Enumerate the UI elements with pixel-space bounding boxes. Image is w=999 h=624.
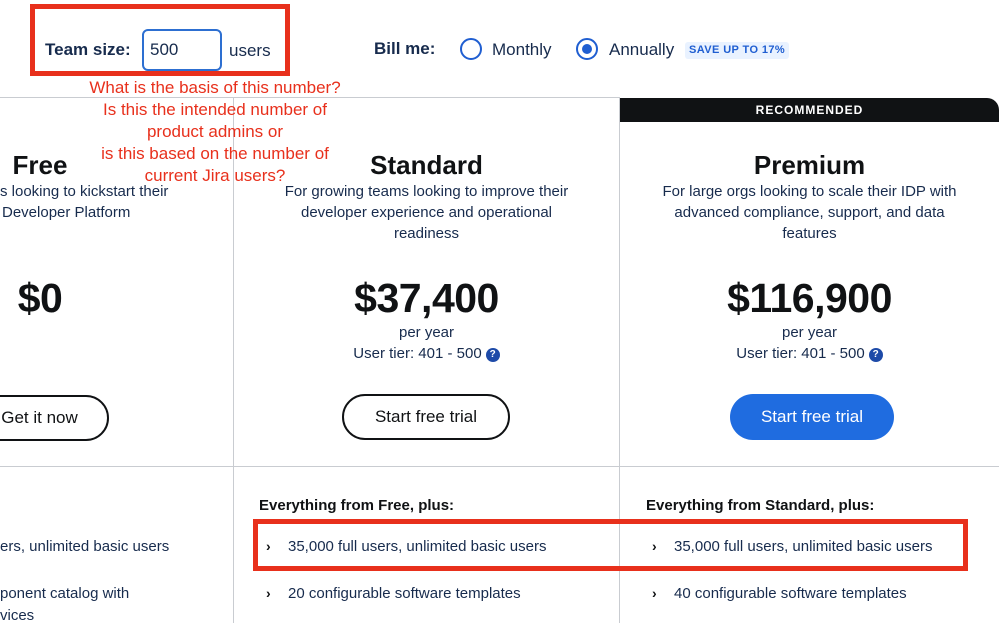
annually-radio[interactable] bbox=[576, 38, 598, 60]
save-badge: SAVE UP TO 17% bbox=[685, 42, 790, 59]
premium-start-trial-button[interactable]: Start free trial bbox=[730, 394, 894, 440]
standard-feature-2: › 20 configurable software templates bbox=[266, 585, 521, 602]
plan-desc-standard-line-2: developer experience and operational bbox=[300, 204, 552, 221]
plan-name-premium: Premium bbox=[753, 150, 866, 180]
team-size-input[interactable] bbox=[142, 29, 222, 71]
plan-desc-premium-line-3: features bbox=[782, 225, 837, 242]
standard-features-heading: Everything from Free, plus: bbox=[259, 497, 455, 514]
plan-period-standard: per year bbox=[398, 324, 455, 341]
free-feature-2: ponent catalog with bbox=[0, 585, 130, 602]
premium-feature-2: › 40 configurable software templates bbox=[652, 585, 907, 602]
plan-desc-standard-line-3: readiness bbox=[393, 225, 460, 242]
plan-desc-premium-line-2: advanced compliance, support, and data bbox=[674, 204, 945, 221]
features-divider bbox=[0, 466, 999, 467]
recommended-banner: RECOMMENDED bbox=[620, 98, 999, 122]
annotation-note: What is the basis of this number? Is thi… bbox=[89, 78, 341, 185]
team-size-label: Team size: bbox=[45, 40, 131, 59]
plan-desc-free-line-2: Developer Platform bbox=[2, 204, 131, 221]
feature-row-highlight-box bbox=[253, 519, 968, 571]
plan-period-premium: per year bbox=[781, 324, 838, 341]
plan-tier-premium-text: User tier: 401 - 500 bbox=[736, 345, 865, 362]
standard-start-trial-button[interactable]: Start free trial bbox=[342, 394, 510, 440]
chevron-right-icon: › bbox=[266, 585, 271, 601]
plan-name-free: Free bbox=[12, 150, 68, 180]
get-it-now-label: Get it now bbox=[1, 408, 78, 427]
get-it-now-button[interactable]: Get it now bbox=[0, 395, 109, 441]
plan-tier-premium: User tier: 401 - 500? bbox=[620, 345, 999, 362]
plan-desc-premium-line-1: For large orgs looking to scale their ID… bbox=[662, 183, 957, 200]
free-feature-1: ers, unlimited basic users bbox=[0, 538, 170, 555]
plan-tier-standard: User tier: 401 - 500? bbox=[234, 345, 619, 362]
standard-start-trial-label: Start free trial bbox=[374, 407, 478, 426]
free-feature-3: vices bbox=[0, 607, 35, 624]
bill-me-label: Bill me: bbox=[374, 39, 436, 58]
plan-price-premium: $116,900 bbox=[727, 275, 892, 321]
monthly-radio-label[interactable]: Monthly bbox=[492, 40, 552, 60]
premium-features-heading: Everything from Standard, plus: bbox=[646, 497, 875, 514]
chevron-right-icon: › bbox=[652, 585, 657, 601]
premium-feature-2-text: 40 configurable software templates bbox=[674, 585, 907, 602]
annually-radio-label[interactable]: Annually bbox=[609, 40, 674, 60]
monthly-radio[interactable] bbox=[460, 38, 482, 60]
premium-start-trial-label: Start free trial bbox=[760, 407, 864, 426]
plan-price-standard: $37,400 bbox=[354, 275, 499, 321]
plan-price-free: $0 bbox=[17, 275, 63, 321]
question-circle-icon[interactable]: ? bbox=[485, 348, 500, 362]
plan-tier-standard-text: User tier: 401 - 500 bbox=[353, 345, 482, 362]
team-size-unit: users bbox=[229, 41, 271, 60]
standard-feature-2-text: 20 configurable software templates bbox=[288, 585, 521, 602]
question-circle-icon[interactable]: ? bbox=[868, 348, 883, 362]
